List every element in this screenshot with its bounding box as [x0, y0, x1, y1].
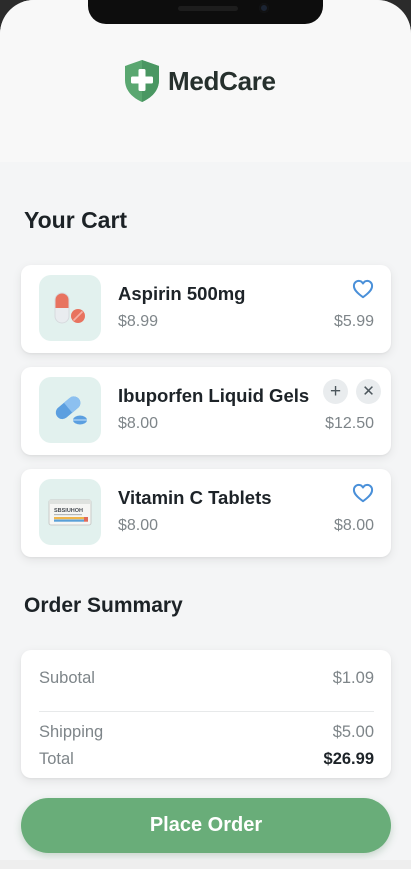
app-header: MedCare: [0, 0, 411, 162]
item-name: Ibuporfen Liquid Gels: [118, 385, 310, 406]
pill-capsule-icon: [54, 292, 85, 324]
cart-item[interactable]: Ibuporfen Liquid Gels $8.00 $12.50 + ✕: [21, 367, 391, 455]
item-price: $8.00: [118, 415, 159, 432]
phone-screen: MedCare Your Cart Aspirin 500mg $8.99 $5…: [0, 0, 411, 869]
item-name: Aspirin 500mg: [118, 283, 246, 304]
order-summary-card: Subotal $1.09 Shipping $5.00 Total $26.9…: [21, 650, 391, 778]
shipping-value: $5.00: [332, 723, 374, 741]
notch-camera: [259, 3, 269, 13]
brand-logo: MedCare: [122, 58, 276, 104]
add-quantity-button[interactable]: +: [323, 379, 348, 404]
item-total: $12.50: [325, 415, 374, 432]
heart-icon[interactable]: [352, 483, 374, 503]
cart-item[interactable]: Aspirin 500mg $8.99 $5.99: [21, 265, 391, 353]
subtotal-value: $1.09: [332, 669, 374, 687]
phone-notch: [88, 0, 323, 24]
cart-title: Your Cart: [24, 207, 128, 233]
shipping-row: Shipping $5.00: [39, 723, 374, 742]
box-label: SBSIUHOH: [54, 508, 83, 514]
order-summary-title: Order Summary: [24, 594, 183, 617]
brand-name: MedCare: [168, 65, 276, 96]
summary-divider: [39, 711, 374, 712]
bottom-edge: [0, 860, 411, 869]
tablet-box-icon: SBSIUHOH: [48, 499, 92, 526]
item-price: $8.00: [118, 517, 159, 534]
total-label: Total: [39, 750, 74, 768]
subtotal-row: Subotal $1.09: [39, 669, 374, 688]
subtotal-label: Subotal: [39, 669, 95, 687]
cart-item[interactable]: SBSIUHOH Vitamin C Tablets $8.00 $8.00: [21, 469, 391, 557]
product-thumbnail: [39, 377, 101, 443]
place-order-button[interactable]: Place Order: [21, 798, 391, 853]
shield-cross-icon: [125, 60, 159, 102]
item-total: $8.00: [333, 517, 374, 534]
blue-capsule-icon: [55, 396, 87, 425]
total-value: $26.99: [323, 750, 374, 768]
notch-speaker: [178, 6, 238, 11]
item-name: Vitamin C Tablets: [118, 487, 272, 508]
remove-item-button[interactable]: ✕: [356, 379, 381, 404]
item-total: $5.99: [333, 313, 374, 330]
product-thumbnail: [39, 275, 101, 341]
total-row: Total $26.99: [39, 750, 374, 769]
shipping-label: Shipping: [39, 723, 104, 741]
heart-icon[interactable]: [352, 279, 374, 299]
item-price: $8.99: [118, 313, 159, 330]
product-thumbnail: SBSIUHOH: [39, 479, 101, 545]
